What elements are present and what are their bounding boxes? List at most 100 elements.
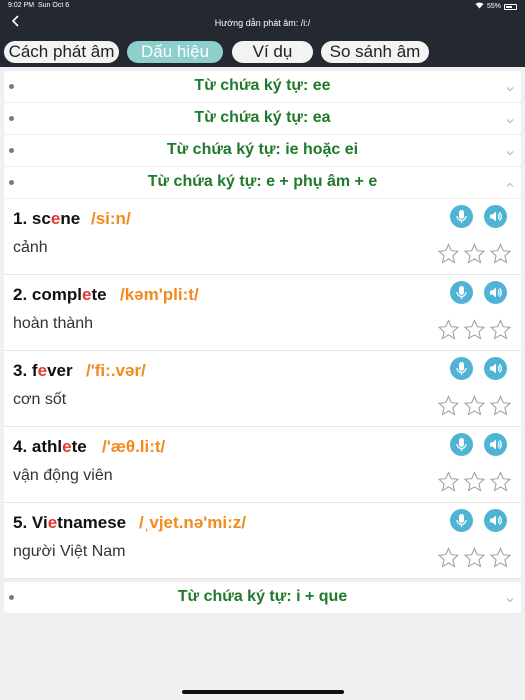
rating-stars <box>436 242 513 266</box>
item-index: 2. <box>13 285 28 304</box>
item-index: 1. <box>13 209 28 228</box>
chevron-up-icon <box>505 177 515 187</box>
section-title: Từ chứa ký tự: i + que <box>177 588 348 605</box>
ipa-transcription: /kəm'pli:t/ <box>120 285 199 304</box>
item-index: 4. <box>13 437 28 456</box>
microphone-icon <box>456 286 467 299</box>
word-part: ne <box>60 209 81 228</box>
word-part: athl <box>31 437 63 456</box>
section-header-i-que[interactable]: Từ chứa ký tự: i + que <box>4 582 521 613</box>
section-header-e-consonant-e[interactable]: Từ chứa ký tự: e + phụ âm + e <box>4 167 521 198</box>
star-outline-icon[interactable] <box>436 318 461 342</box>
word-part: te <box>91 285 107 304</box>
rating-stars <box>436 470 513 494</box>
section-title: Từ chứa ký tự: e + phụ âm + e <box>147 173 378 190</box>
word: 5. Vietnamese <box>13 513 126 533</box>
record-button[interactable] <box>450 433 473 456</box>
section-list: Từ chứa ký tự: ee Từ chứa ký tự: ea Từ c… <box>4 71 521 614</box>
word-highlight: e <box>37 361 48 380</box>
star-outline-icon[interactable] <box>462 546 487 570</box>
section-title: Từ chứa ký tự: ee <box>194 77 331 94</box>
status-time: 9:02 PM <box>8 2 35 9</box>
wifi-icon <box>475 2 484 11</box>
play-audio-button[interactable] <box>484 357 507 380</box>
speaker-icon <box>490 515 502 526</box>
tab-signs[interactable]: Dấu hiệu <box>127 41 223 63</box>
list-item: 4. athlete /'æθ.li:t/ vận động viên <box>4 427 521 503</box>
word-highlight: e <box>47 513 58 532</box>
play-audio-button[interactable] <box>484 433 507 456</box>
tab-pronunciation[interactable]: Cách phát âm <box>4 41 119 63</box>
tab-bar: Cách phát âm Dấu hiệu Ví dụ So sánh âm <box>0 37 525 67</box>
record-button[interactable] <box>450 357 473 380</box>
list-item: 3. fever /'fi:.vər/ cơn sốt <box>4 351 521 427</box>
record-button[interactable] <box>450 205 473 228</box>
microphone-icon <box>456 514 467 527</box>
star-outline-icon[interactable] <box>436 546 461 570</box>
list-item: 1. scene /si:n/ cảnh <box>4 199 521 275</box>
section-title: Từ chứa ký tự: ea <box>194 109 331 126</box>
microphone-icon <box>456 362 467 375</box>
ipa-transcription: /'fi:.vər/ <box>86 361 146 380</box>
tab-compare[interactable]: So sánh âm <box>321 41 429 63</box>
star-outline-icon[interactable] <box>436 470 461 494</box>
word-part: Vi <box>31 513 48 532</box>
list-item: 5. Vietnamese /ˌvjet.nə'mi:z/ người Việt… <box>4 503 521 579</box>
meaning: cảnh <box>13 239 48 256</box>
ipa-transcription: /si:n/ <box>91 209 131 228</box>
home-indicator <box>182 690 344 694</box>
chevron-down-icon <box>505 145 515 156</box>
page-title: Hướng dẫn phát âm: /i:/ <box>214 18 311 28</box>
tab-examples[interactable]: Ví dụ <box>232 41 313 63</box>
item-index: 3. <box>13 361 28 380</box>
chevron-down-icon <box>505 81 515 92</box>
meaning: cơn sốt <box>13 391 67 408</box>
list-item: 2. complete /kəm'pli:t/ hoàn thành <box>4 275 521 351</box>
word: 4. athlete <box>13 437 87 457</box>
section-header-ea[interactable]: Từ chứa ký tự: ea <box>4 103 521 134</box>
meaning: hoàn thành <box>13 315 94 332</box>
star-outline-icon[interactable] <box>488 470 513 494</box>
speaker-icon <box>490 287 502 298</box>
rating-stars <box>436 394 513 418</box>
word: 1. scene <box>13 209 80 229</box>
star-outline-icon[interactable] <box>462 318 487 342</box>
top-bar: 9:02 PM Sun Oct 6 55% Hướng dẫn phát âm:… <box>0 0 525 37</box>
star-outline-icon[interactable] <box>462 394 487 418</box>
word-highlight: e <box>62 437 72 456</box>
chevron-down-icon <box>505 113 515 124</box>
star-outline-icon[interactable] <box>488 546 513 570</box>
star-outline-icon[interactable] <box>488 394 513 418</box>
rating-stars <box>436 318 513 342</box>
word-part: compl <box>31 285 82 304</box>
speaker-icon <box>490 363 502 374</box>
word: 3. fever <box>13 361 73 381</box>
star-outline-icon[interactable] <box>462 470 487 494</box>
word-part: sc <box>31 209 51 228</box>
star-outline-icon[interactable] <box>488 242 513 266</box>
star-outline-icon[interactable] <box>462 242 487 266</box>
section-title: Từ chứa ký tự: ie hoặc ei <box>166 141 359 158</box>
play-audio-button[interactable] <box>484 281 507 304</box>
status-right: 55% <box>475 2 517 11</box>
microphone-icon <box>456 210 467 223</box>
record-button[interactable] <box>450 281 473 304</box>
play-audio-button[interactable] <box>484 509 507 532</box>
star-outline-icon[interactable] <box>488 318 513 342</box>
section-header-ie-ei[interactable]: Từ chứa ký tự: ie hoặc ei <box>4 135 521 166</box>
word-part: te <box>71 437 87 456</box>
section-header-ee[interactable]: Từ chứa ký tự: ee <box>4 71 521 102</box>
chevron-down-icon <box>505 592 515 603</box>
speaker-icon <box>490 211 502 222</box>
star-outline-icon[interactable] <box>436 242 461 266</box>
ipa-transcription: /ˌvjet.nə'mi:z/ <box>139 513 247 532</box>
meaning: người Việt Nam <box>13 543 126 560</box>
status-date: Sun Oct 6 <box>38 2 70 9</box>
record-button[interactable] <box>450 509 473 532</box>
speaker-icon <box>490 439 502 450</box>
play-audio-button[interactable] <box>484 205 507 228</box>
star-outline-icon[interactable] <box>436 394 461 418</box>
word-part: tnamese <box>57 513 127 532</box>
ipa-transcription: /'æθ.li:t/ <box>102 437 166 456</box>
microphone-icon <box>456 438 467 451</box>
